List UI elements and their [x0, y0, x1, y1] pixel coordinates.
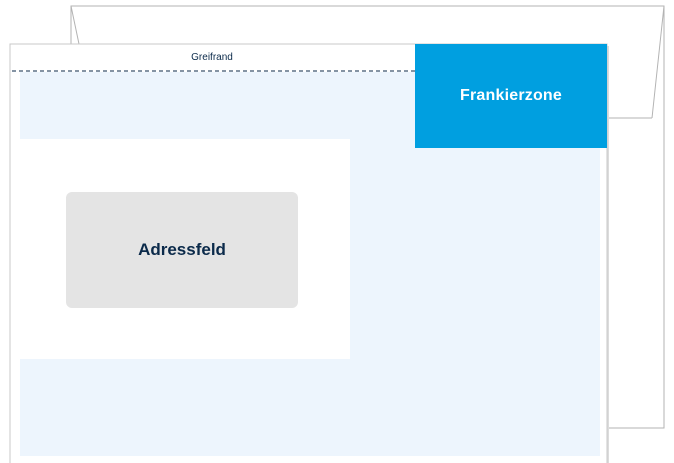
- envelope-diagram: Greifrand Frankierzone Adressfeld: [0, 0, 674, 463]
- adressfeld: Adressfeld: [66, 192, 298, 308]
- frankierzone: Frankierzone: [415, 44, 607, 148]
- greifrand-label: Greifrand: [191, 52, 233, 63]
- adressfeld-label: Adressfeld: [138, 240, 226, 259]
- frankierzone-label: Frankierzone: [460, 87, 562, 104]
